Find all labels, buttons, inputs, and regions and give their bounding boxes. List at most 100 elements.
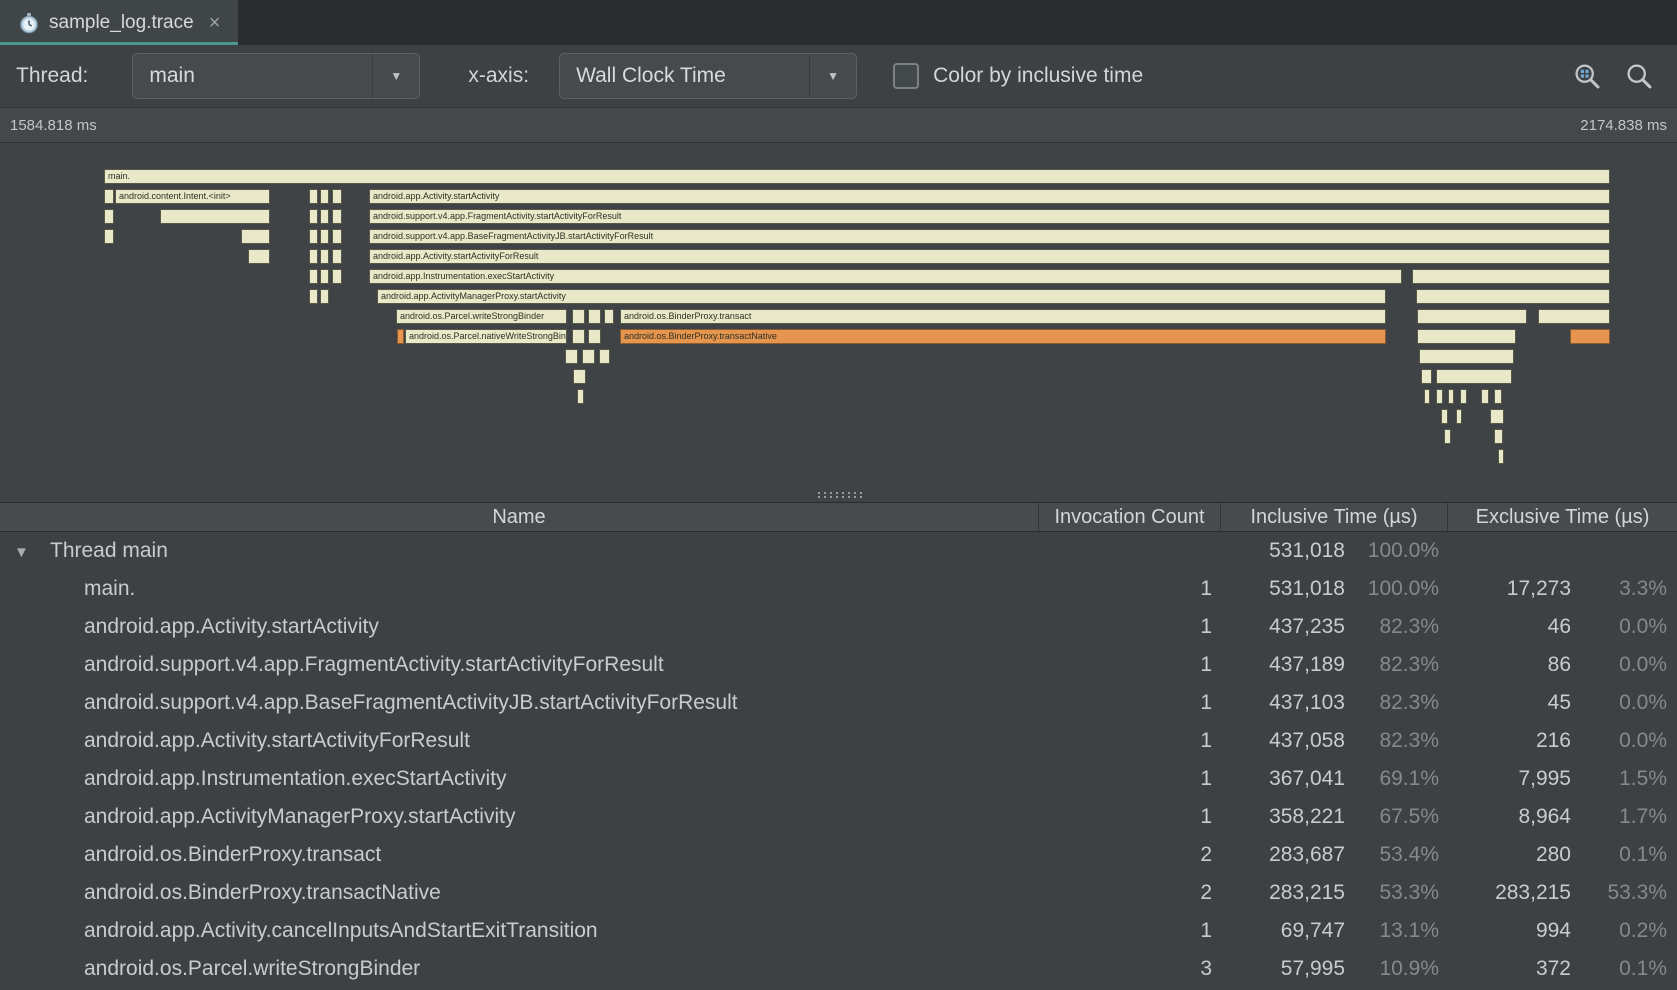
flame-bar[interactable] — [309, 209, 318, 224]
method-name-cell: android.app.Activity.cancelInputsAndStar… — [0, 919, 1038, 943]
method-name-cell: ▼Thread main — [0, 539, 1038, 563]
flame-bar[interactable] — [320, 209, 329, 224]
table-row[interactable]: android.app.Activity.startActivity 1 437… — [0, 608, 1677, 646]
flame-bar[interactable] — [582, 349, 595, 364]
flame-bar[interactable] — [332, 269, 342, 284]
flame-bar[interactable] — [332, 189, 342, 204]
column-header-name[interactable]: Name — [0, 503, 1038, 531]
table-row[interactable]: ▼Thread main 531,018 100.0% — [0, 532, 1677, 570]
table-row[interactable]: android.app.Activity.startActivityForRes… — [0, 722, 1677, 760]
flame-bar[interactable] — [1448, 389, 1454, 404]
flame-bar[interactable] — [309, 249, 318, 264]
flame-bar[interactable] — [1424, 389, 1430, 404]
table-row[interactable]: android.support.v4.app.BaseFragmentActiv… — [0, 684, 1677, 722]
flame-bar[interactable] — [604, 309, 614, 324]
table-row[interactable]: android.support.v4.app.FragmentActivity.… — [0, 646, 1677, 684]
table-row[interactable]: android.os.BinderProxy.transact 2 283,68… — [0, 836, 1677, 874]
search-button[interactable] — [1623, 60, 1655, 92]
flame-bar[interactable] — [1412, 269, 1610, 284]
inclusive-percent-cell: 67.5% — [1347, 805, 1447, 829]
flame-bar[interactable]: android.os.Parcel.nativeWriteStrongBinde… — [405, 329, 567, 344]
flame-chart: main. android.content.Intent.<init> androi… — [0, 143, 1677, 502]
flame-bar[interactable] — [588, 309, 601, 324]
tab-sample-log-trace[interactable]: sample_log.trace × — [0, 0, 238, 45]
tab-close-icon[interactable]: × — [209, 13, 221, 33]
flame-bar[interactable] — [1456, 409, 1462, 424]
flame-bar[interactable] — [1481, 389, 1489, 404]
flame-bar[interactable] — [309, 269, 318, 284]
column-header-exclusive-time[interactable]: Exclusive Time (µs) — [1447, 503, 1677, 531]
flame-bar[interactable] — [309, 289, 318, 304]
flame-bar[interactable] — [1419, 349, 1514, 364]
flame-bar[interactable] — [577, 389, 584, 404]
flame-bar[interactable] — [1417, 329, 1516, 344]
table-row[interactable]: android.os.BinderProxy.transactNative 2 … — [0, 874, 1677, 912]
flame-bar[interactable] — [104, 189, 114, 204]
flame-bar[interactable]: android.os.Parcel.writeStrongBinder — [396, 309, 567, 324]
flame-bar[interactable] — [332, 229, 342, 244]
flame-bar[interactable] — [320, 229, 329, 244]
expander-icon[interactable]: ▼ — [14, 544, 32, 561]
flame-bar[interactable]: android.content.Intent.<init> — [115, 189, 270, 204]
flame-bar[interactable] — [599, 349, 610, 364]
flame-bar[interactable] — [332, 249, 342, 264]
flame-bar[interactable] — [1538, 309, 1610, 324]
flame-bar[interactable] — [572, 309, 585, 324]
flame-bar[interactable] — [1570, 329, 1610, 344]
flame-bar[interactable] — [320, 269, 329, 284]
flame-bar[interactable] — [1417, 309, 1527, 324]
flame-bar[interactable] — [241, 229, 270, 244]
flame-bar[interactable] — [309, 229, 318, 244]
flame-bar[interactable] — [104, 229, 114, 244]
flame-bar[interactable] — [573, 369, 586, 384]
flame-bar[interactable]: android.app.Activity.startActivityForRes… — [369, 249, 1610, 264]
column-header-inclusive-time[interactable]: Inclusive Time (µs) — [1220, 503, 1447, 531]
table-row[interactable]: android.os.Parcel.writeStrongBinder 3 57… — [0, 950, 1677, 988]
flame-bar[interactable]: android.app.Instrumentation.execStartAct… — [369, 269, 1402, 284]
method-name-cell: android.os.Parcel.writeStrongBinder — [0, 957, 1038, 981]
flame-bar[interactable] — [320, 289, 329, 304]
flame-bar[interactable] — [1494, 389, 1502, 404]
flame-bar[interactable] — [1494, 429, 1503, 444]
flame-bar[interactable] — [320, 189, 329, 204]
flame-bar[interactable] — [1460, 389, 1467, 404]
flame-bar[interactable] — [332, 209, 342, 224]
zoom-fit-button[interactable] — [1571, 60, 1603, 92]
thread-dropdown[interactable]: main ▼ — [132, 53, 420, 99]
table-row[interactable]: android.app.Instrumentation.execStartAct… — [0, 760, 1677, 798]
xaxis-dropdown[interactable]: Wall Clock Time ▼ — [559, 53, 857, 99]
flame-bar[interactable] — [160, 209, 270, 224]
flame-bar[interactable] — [1416, 289, 1610, 304]
color-by-inclusive-checkbox[interactable] — [893, 63, 919, 89]
exclusive-time-cell: 86 — [1447, 653, 1573, 677]
table-row[interactable]: android.app.ActivityManagerProxy.startAc… — [0, 798, 1677, 836]
flame-bar[interactable] — [572, 329, 585, 344]
flame-bar[interactable] — [1490, 409, 1504, 424]
inclusive-time-cell: 437,103 — [1220, 691, 1347, 715]
flame-bar[interactable] — [565, 349, 578, 364]
column-header-invocation-count[interactable]: Invocation Count — [1038, 503, 1220, 531]
table-row[interactable]: android.app.Activity.cancelInputsAndStar… — [0, 912, 1677, 950]
flame-bar[interactable] — [588, 329, 601, 344]
exclusive-percent-cell: 0.1% — [1573, 843, 1677, 867]
flame-bar[interactable] — [320, 249, 329, 264]
flame-bar[interactable]: main. — [104, 169, 1610, 184]
flame-bar[interactable] — [1436, 389, 1443, 404]
flame-bar[interactable]: android.support.v4.app.BaseFragmentActiv… — [369, 229, 1610, 244]
flame-bar[interactable]: android.os.BinderProxy.transact — [620, 309, 1386, 324]
flame-bar[interactable] — [309, 189, 318, 204]
chart-table-splitter[interactable] — [816, 491, 862, 499]
flame-bar[interactable]: android.app.ActivityManagerProxy.startAc… — [377, 289, 1386, 304]
flame-bar[interactable] — [104, 209, 114, 224]
flame-bar[interactable] — [1436, 369, 1512, 384]
flame-bar[interactable] — [248, 249, 270, 264]
flame-bar[interactable] — [1498, 449, 1504, 464]
flame-bar[interactable]: android.app.Activity.startActivity — [369, 189, 1610, 204]
flame-bar[interactable] — [1444, 429, 1451, 444]
flame-bar[interactable] — [1441, 409, 1448, 424]
flame-bar[interactable] — [397, 329, 404, 344]
flame-bar[interactable] — [1421, 369, 1432, 384]
table-row[interactable]: main. 1 531,018 100.0% 17,273 3.3% — [0, 570, 1677, 608]
flame-bar[interactable]: android.support.v4.app.FragmentActivity.… — [369, 209, 1610, 224]
flame-bar[interactable]: android.os.BinderProxy.transactNative — [620, 329, 1386, 344]
